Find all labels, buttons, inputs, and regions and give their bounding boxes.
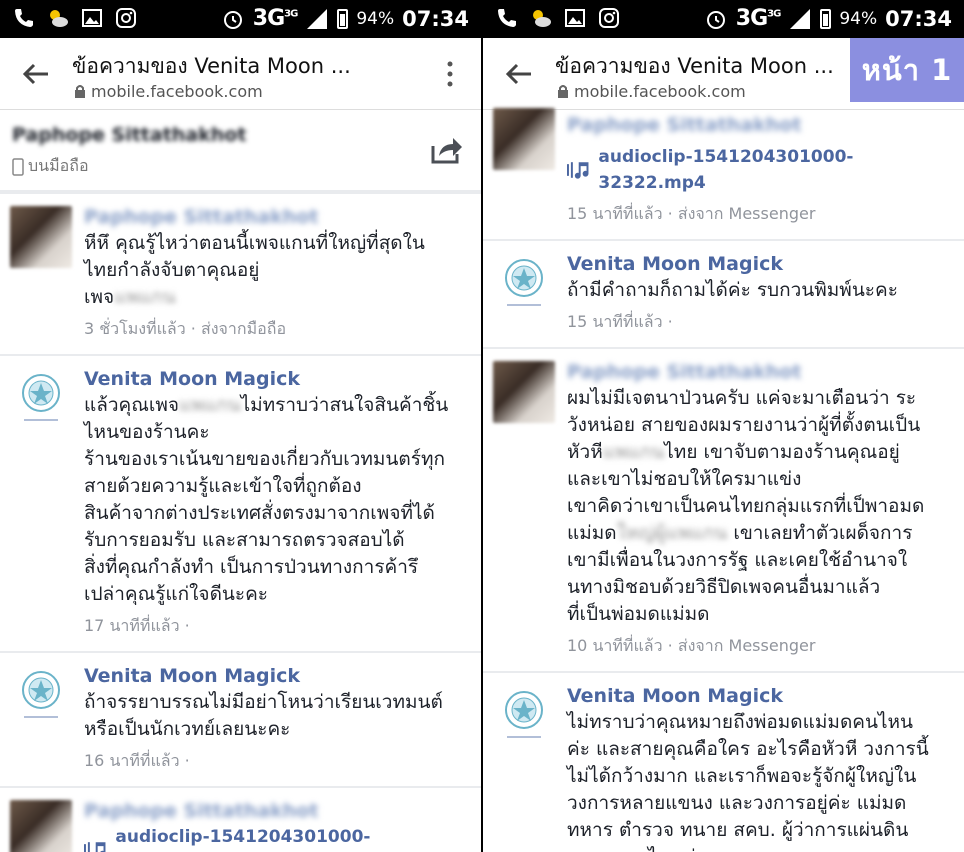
message-item: Paphope Sittathakhot หีหึ คุณรู้ไหว่าตอน…	[0, 194, 481, 356]
network-type: 3G3G	[252, 6, 299, 31]
brand-logo-icon	[22, 671, 60, 718]
audio-attachment[interactable]: audioclip-1541204301000-32322.mp4	[567, 144, 952, 196]
signal-icon	[307, 8, 328, 29]
message-text: ผมไม่มีเจตนาป่วนครับ แค่จะมาเตือนว่า ระ …	[567, 387, 925, 625]
clock: 07:34	[402, 6, 469, 31]
device-status: บนมือถือ	[12, 154, 89, 179]
mobile-icon	[12, 157, 24, 176]
network-type: 3G3G	[735, 6, 782, 31]
instagram-icon	[116, 8, 136, 28]
message-item: Paphope Sittathakhot audioclip-154120430…	[0, 788, 481, 852]
sender-name[interactable]: Paphope Sittathakhot	[567, 359, 952, 385]
avatar[interactable]	[10, 665, 72, 727]
battery-icon	[820, 8, 832, 29]
avatar[interactable]	[493, 253, 555, 315]
more-options-icon[interactable]	[447, 60, 453, 88]
message-meta: 3 ชั่วโมงที่แล้ว · ส่งจากมือถือ	[84, 319, 287, 338]
sender-name[interactable]: Venita Moon Magick	[567, 683, 952, 709]
audio-attachment[interactable]: audioclip-1541204301000-32322.mp4	[84, 824, 469, 852]
gallery-icon	[82, 9, 102, 27]
brand-logo-icon	[505, 259, 543, 306]
right-screenshot: 3G3G 94% 07:34 ข้อความของ Venita Moon ..…	[483, 0, 964, 852]
sender-name[interactable]: Paphope Sittathakhot	[567, 112, 952, 138]
status-bar: 3G3G 94% 07:34	[483, 0, 964, 38]
message-item: Paphope Sittathakhot ผมไม่มีเจตนาป่วนครั…	[483, 349, 964, 673]
sender-name[interactable]: Venita Moon Magick	[84, 366, 469, 392]
clock: 07:34	[885, 6, 952, 31]
page-url[interactable]: mobile.facebook.com	[557, 82, 746, 101]
left-screenshot: 3G3G 94% 07:34 ข้อความของ Venita Moon ..…	[0, 0, 481, 852]
message-text: ถ้าจรรยาบรรณไม่มีอย่าโหนว่าเรียนเวทมนต์ …	[84, 691, 443, 740]
message-meta: 16 นาทีที่แล้ว ·	[84, 751, 190, 770]
sender-name[interactable]: Paphope Sittathakhot	[84, 204, 469, 230]
message-thread: Paphope Sittathakhot บนมือถือ Paphope Si…	[0, 110, 481, 852]
page-url[interactable]: mobile.facebook.com	[74, 82, 263, 101]
browser-app-bar: ข้อความของ Venita Moon ... mobile.facebo…	[0, 38, 481, 110]
avatar[interactable]	[493, 361, 555, 423]
avatar[interactable]	[10, 206, 72, 268]
phone-icon	[498, 9, 516, 27]
message-text: ถ้ามีคำถามก็ถามได้ค่ะ รบกวนพิมพ์นะคะ	[567, 279, 898, 301]
message-item: Venita Moon Magick ถ้ามีคำถามก็ถามได้ค่ะ…	[483, 241, 964, 349]
weather-icon	[533, 10, 551, 27]
alarm-icon	[223, 10, 242, 29]
gallery-icon	[565, 9, 585, 27]
avatar[interactable]	[493, 108, 555, 170]
instagram-icon	[599, 8, 619, 28]
audio-file-icon	[84, 842, 106, 852]
status-bar: 3G3G 94% 07:34	[0, 0, 481, 38]
message-item: Venita Moon Magick แล้วคุณเพจแพแกนไม่ทรา…	[0, 356, 481, 653]
message-item: Venita Moon Magick ไม่ทราบว่าคุณหมายถึงพ…	[483, 673, 964, 852]
message-meta: 15 นาทีที่แล้ว · ส่งจาก Messenger	[567, 204, 816, 223]
brand-logo-icon	[22, 374, 60, 421]
message-text: ไม่ทราบว่าคุณหมายถึงพ่อมดแม่มดคนไหน ค่ะ …	[567, 711, 929, 852]
back-arrow-icon[interactable]	[505, 62, 533, 86]
phone-icon	[15, 9, 33, 27]
message-meta: 10 นาทีที่แล้ว · ส่งจาก Messenger	[567, 636, 816, 655]
page-title: ข้อความของ Venita Moon ...	[555, 54, 834, 78]
sender-name[interactable]: Paphope Sittathakhot	[84, 798, 469, 824]
sender-name[interactable]: Venita Moon Magick	[567, 251, 952, 277]
page-title: ข้อความของ Venita Moon ...	[72, 54, 351, 78]
thread-contact-name: Paphope Sittathakhot	[12, 124, 247, 146]
battery-percent: 94%	[839, 8, 878, 29]
battery-icon	[337, 8, 349, 29]
message-item: Venita Moon Magick ถ้าจรรยาบรรณไม่มีอย่า…	[0, 653, 481, 788]
avatar[interactable]	[493, 685, 555, 747]
message-item: Paphope Sittathakhot audioclip-154120430…	[483, 108, 964, 241]
message-meta: 15 นาทีที่แล้ว ·	[567, 312, 673, 331]
thread-header: Paphope Sittathakhot บนมือถือ	[0, 110, 481, 194]
avatar[interactable]	[10, 368, 72, 430]
message-thread: Paphope Sittathakhot audioclip-154120430…	[483, 108, 964, 852]
message-text: หีหึ คุณรู้ไหว่าตอนนี้เพจแกนที่ใหญ่ที่สุ…	[84, 232, 425, 308]
signal-icon	[790, 8, 811, 29]
share-icon[interactable]	[431, 136, 463, 164]
lock-icon	[558, 85, 568, 98]
alarm-icon	[706, 10, 725, 29]
battery-percent: 94%	[356, 8, 395, 29]
page-number-badge: หน้า 1	[850, 38, 964, 102]
sender-name[interactable]: Venita Moon Magick	[84, 663, 469, 689]
message-text: แล้วคุณเพจแพแกนไม่ทราบว่าสนใจสินค้าชิ้น …	[84, 394, 449, 605]
weather-icon	[50, 10, 68, 27]
lock-icon	[75, 85, 85, 98]
avatar[interactable]	[10, 800, 72, 852]
back-arrow-icon[interactable]	[22, 62, 50, 86]
browser-app-bar: ข้อความของ Venita Moon ... mobile.facebo…	[483, 38, 964, 110]
message-meta: 17 นาทีที่แล้ว ·	[84, 616, 190, 635]
brand-logo-icon	[505, 691, 543, 738]
audio-file-icon	[567, 162, 589, 179]
